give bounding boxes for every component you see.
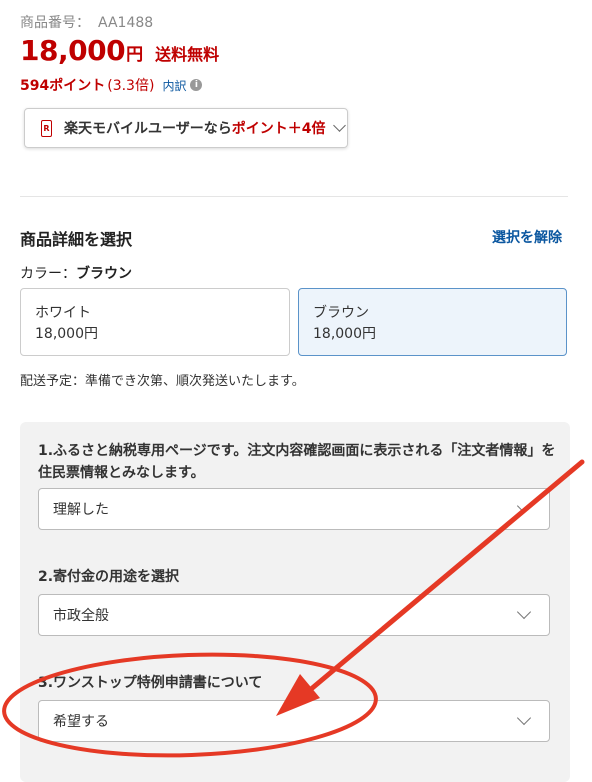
question-3-select[interactable]: 希望する xyxy=(38,700,550,742)
color-label-prefix: カラー： xyxy=(20,266,76,282)
points-value: 594ポイント xyxy=(20,78,106,94)
points-rate: (3.3倍) xyxy=(107,78,155,94)
points-breakdown-link[interactable]: 内訳 xyxy=(162,77,186,94)
color-selected-value: ブラウン xyxy=(76,266,132,282)
mobile-banner-text: 楽天モバイルユーザーなら xyxy=(64,121,232,137)
option-brown[interactable]: ブラウン 18,000円 xyxy=(298,288,567,356)
rakuten-mobile-icon: R xyxy=(41,119,52,137)
option-white[interactable]: ホワイト 18,000円 xyxy=(20,288,290,356)
mobile-banner-points: ポイント＋4倍 xyxy=(231,121,326,137)
info-icon[interactable]: i xyxy=(190,79,203,91)
free-shipping-label: 送料無料 xyxy=(155,45,220,64)
option-name: ブラウン xyxy=(313,305,369,321)
question-2-label: 2.寄付金の用途を選択 xyxy=(38,569,180,585)
color-label: カラー：ブラウン xyxy=(20,263,132,283)
question-2-value: 市政全般 xyxy=(53,608,109,624)
question-2-select[interactable]: 市政全般 xyxy=(38,594,550,636)
question-3-value: 希望する xyxy=(53,714,109,730)
deselect-link[interactable]: 選択を解除 xyxy=(492,227,562,247)
delivery-note: 配送予定：準備でき次第、順次発送いたします。 xyxy=(20,374,305,389)
points-row: 594ポイント (3.3倍) 内訳 i xyxy=(20,75,203,95)
option-name: ホワイト xyxy=(35,305,91,321)
price-value: 18,000 xyxy=(20,34,126,67)
chevron-down-icon xyxy=(516,498,532,514)
option-price: 18,000円 xyxy=(313,326,376,342)
section-title: 商品詳細を選択 xyxy=(20,230,133,249)
rakuten-mobile-banner[interactable]: R 楽天モバイルユーザーなら ポイント＋4倍 xyxy=(24,108,348,148)
chevron-down-icon xyxy=(333,119,347,132)
question-1-label: 1.ふるさと納税専用ページです。注文内容確認画面に表示される「注文者情報」を住民… xyxy=(38,443,556,481)
price-yen: 円 xyxy=(126,45,144,65)
question-1-value: 理解した xyxy=(53,502,109,518)
chevron-down-icon xyxy=(516,604,532,620)
question-3-label: 3.ワンストップ特例申請書について xyxy=(38,675,263,691)
question-1-select[interactable]: 理解した xyxy=(38,488,550,530)
divider xyxy=(20,196,568,197)
product-number: 商品番号： AA1488 xyxy=(20,12,153,32)
product-number-label: 商品番号： xyxy=(20,15,90,31)
option-price: 18,000円 xyxy=(35,326,98,342)
product-number-value: AA1488 xyxy=(98,15,154,31)
price-row: 18,000 円 送料無料 xyxy=(20,34,219,67)
chevron-down-icon xyxy=(516,710,532,726)
